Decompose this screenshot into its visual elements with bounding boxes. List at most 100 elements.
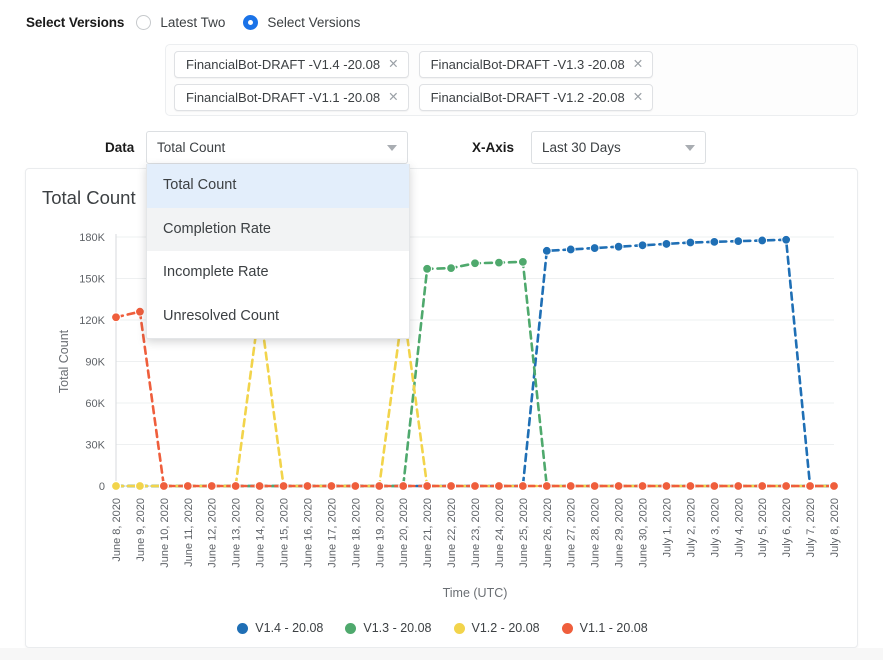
legend-color-dot <box>453 622 465 634</box>
data-point[interactable] <box>254 481 265 491</box>
version-chip-label: FinancialBot-DRAFT -V1.1 -20.08 <box>186 90 381 105</box>
data-point[interactable] <box>613 241 624 252</box>
data-point[interactable] <box>230 481 241 491</box>
data-point[interactable] <box>206 481 217 491</box>
data-point[interactable] <box>661 481 672 491</box>
radio-latest-two[interactable]: Latest Two <box>136 14 225 30</box>
data-point[interactable] <box>685 237 696 248</box>
radio-latest-two-mark[interactable] <box>136 14 152 30</box>
y-axis-tick-label: 0 <box>99 481 105 493</box>
data-select[interactable]: Total Count <box>146 131 408 164</box>
data-point[interactable] <box>685 481 696 491</box>
data-point[interactable] <box>805 481 815 491</box>
version-chip[interactable]: FinancialBot-DRAFT -V1.4 -20.08 ✕ <box>174 51 409 78</box>
data-option-total-count[interactable]: Total Count <box>147 164 409 208</box>
data-point[interactable] <box>661 239 672 249</box>
data-point[interactable] <box>135 481 145 491</box>
data-point[interactable] <box>374 481 385 491</box>
data-point[interactable] <box>494 257 504 268</box>
data-point[interactable] <box>182 481 193 491</box>
data-point[interactable] <box>541 245 552 256</box>
chevron-down-icon <box>685 144 695 151</box>
legend-item[interactable]: V1.1 - 20.08 <box>561 621 648 635</box>
legend-label: V1.2 - 20.08 <box>471 621 540 635</box>
data-point[interactable] <box>613 481 624 491</box>
data-option-unresolved-count[interactable]: Unresolved Count <box>147 295 409 339</box>
data-point[interactable] <box>757 235 768 246</box>
close-icon[interactable]: ✕ <box>633 91 643 104</box>
data-point[interactable] <box>517 481 528 491</box>
data-point[interactable] <box>446 263 456 274</box>
x-axis-tick-label: June 22, 2020 <box>446 498 458 568</box>
data-point[interactable] <box>757 481 768 491</box>
version-chip[interactable]: FinancialBot-DRAFT -V1.1 -20.08 ✕ <box>174 84 409 111</box>
y-axis-tick-label: 120K <box>79 315 105 327</box>
legend-item[interactable]: V1.2 - 20.08 <box>453 621 540 635</box>
version-chip-label: FinancialBot-DRAFT -V1.2 -20.08 <box>430 90 625 105</box>
data-point[interactable] <box>733 236 744 247</box>
data-point[interactable] <box>781 234 792 245</box>
data-point[interactable] <box>111 481 121 491</box>
data-option-incomplete-rate[interactable]: Incomplete Rate <box>147 251 409 295</box>
x-axis-tick-label: June 21, 2020 <box>422 498 434 568</box>
x-axis-tick-label: June 19, 2020 <box>374 498 386 568</box>
data-point[interactable] <box>470 481 480 491</box>
selected-versions-container: FinancialBot-DRAFT -V1.4 -20.08 ✕ Financ… <box>165 44 858 116</box>
x-axis-tick-label: June 20, 2020 <box>398 498 410 568</box>
version-chip[interactable]: FinancialBot-DRAFT -V1.2 -20.08 ✕ <box>418 84 654 111</box>
data-point[interactable] <box>278 481 289 491</box>
data-point[interactable] <box>589 481 600 491</box>
close-icon[interactable]: ✕ <box>388 58 398 71</box>
x-axis-tick-label: July 7, 2020 <box>805 498 817 557</box>
radio-select-versions-label: Select Versions <box>267 14 361 30</box>
data-point[interactable] <box>422 263 433 274</box>
version-chip-label: FinancialBot-DRAFT -V1.4 -20.08 <box>186 57 381 72</box>
xaxis-select[interactable]: Last 30 Days <box>531 131 706 164</box>
data-point[interactable] <box>446 481 456 491</box>
data-select-menu[interactable]: Total Count Completion Rate Incomplete R… <box>146 164 410 339</box>
x-axis-tick-label: July 8, 2020 <box>829 498 841 557</box>
data-point[interactable] <box>158 481 169 491</box>
data-point[interactable] <box>302 481 313 491</box>
data-point[interactable] <box>326 481 337 491</box>
data-point[interactable] <box>589 243 600 253</box>
close-icon[interactable]: ✕ <box>633 58 643 71</box>
data-point[interactable] <box>709 236 720 247</box>
version-chip[interactable]: FinancialBot-DRAFT -V1.3 -20.08 ✕ <box>418 51 654 78</box>
data-point[interactable] <box>733 481 744 491</box>
legend-label: V1.3 - 20.08 <box>363 621 432 635</box>
data-point[interactable] <box>565 481 576 491</box>
xaxis-select-label: X-Axis <box>472 140 515 155</box>
data-point[interactable] <box>517 257 528 267</box>
data-point[interactable] <box>111 312 121 323</box>
radio-select-versions-mark[interactable] <box>243 14 259 30</box>
data-point[interactable] <box>494 481 504 491</box>
y-axis-tick-label: 90K <box>85 357 105 369</box>
x-axis-tick-label: June 11, 2020 <box>183 498 195 567</box>
radio-select-versions[interactable]: Select Versions <box>243 14 361 30</box>
data-point[interactable] <box>541 481 552 491</box>
legend-item[interactable]: V1.4 - 20.08 <box>237 621 323 635</box>
data-point[interactable] <box>470 258 480 269</box>
x-axis-tick-label: June 15, 2020 <box>279 498 291 568</box>
data-point[interactable] <box>565 244 576 255</box>
data-option-completion-rate[interactable]: Completion Rate <box>147 207 409 251</box>
x-axis-tick-label: July 6, 2020 <box>781 498 793 557</box>
legend-item[interactable]: V1.3 - 20.08 <box>345 621 432 635</box>
data-point[interactable] <box>781 481 792 491</box>
close-icon[interactable]: ✕ <box>388 91 398 104</box>
data-point[interactable] <box>709 481 720 491</box>
data-point[interactable] <box>398 481 409 491</box>
x-axis-tick-label: June 26, 2020 <box>542 498 554 568</box>
x-axis-tick-label: July 2, 2020 <box>685 498 697 557</box>
data-point[interactable] <box>350 481 361 491</box>
x-axis-tick-label: June 18, 2020 <box>350 498 362 568</box>
data-point[interactable] <box>637 481 648 491</box>
x-axis-tick-label: June 14, 2020 <box>255 498 267 568</box>
data-point[interactable] <box>829 481 839 491</box>
x-axis-tick-label: June 13, 2020 <box>231 498 243 568</box>
data-point[interactable] <box>637 240 648 251</box>
chart-legend: V1.4 - 20.08 V1.3 - 20.08 V1.2 - 20.08 V1.1… <box>26 621 859 635</box>
data-point[interactable] <box>422 481 433 491</box>
data-point[interactable] <box>135 306 145 317</box>
